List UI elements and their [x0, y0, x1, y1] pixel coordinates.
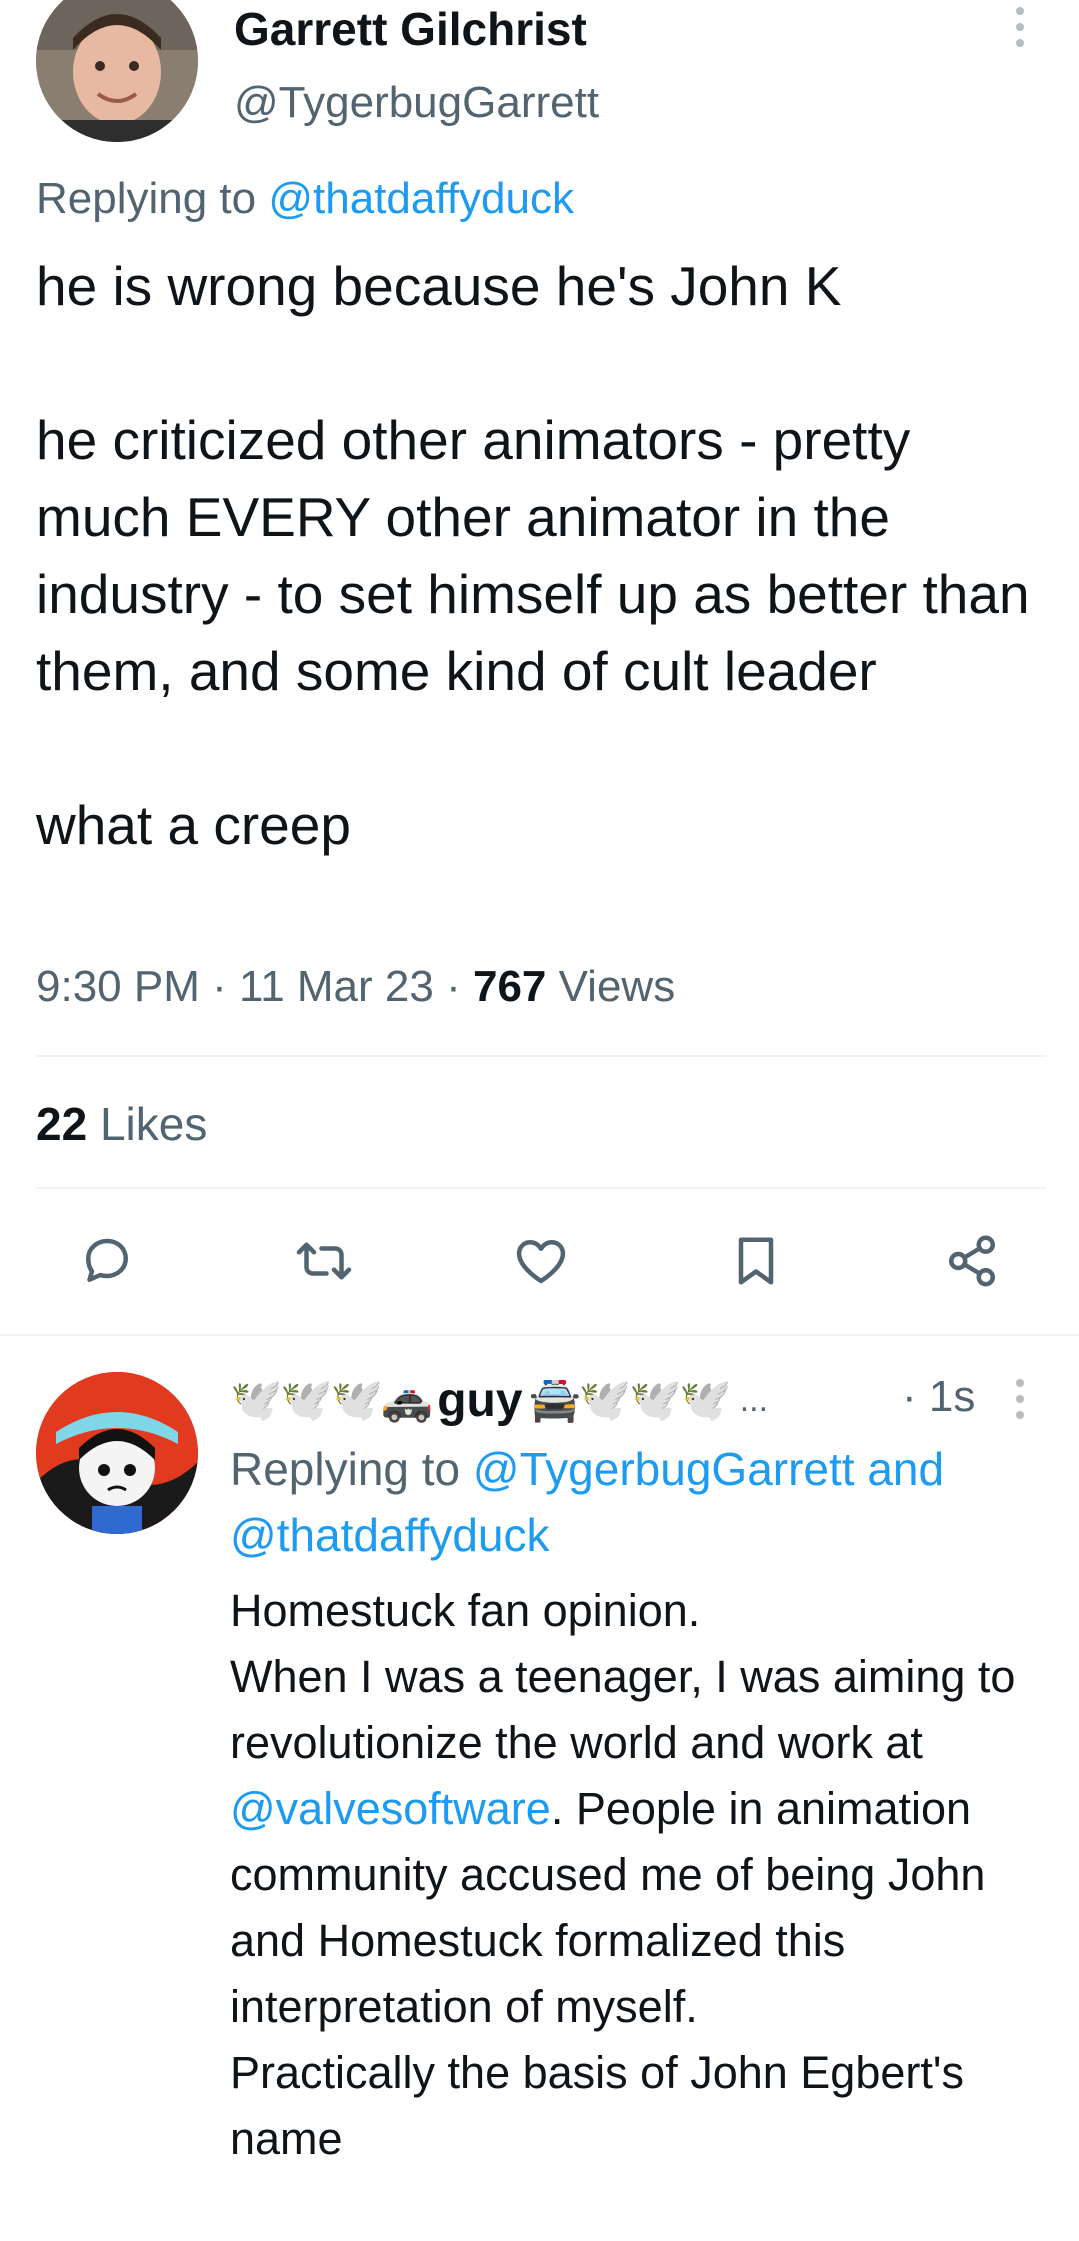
share-icon: [949, 1235, 995, 1287]
reply-line: Homestuck fan opinion.: [230, 1585, 701, 1636]
replying-to-mention[interactable]: @thatdaffyduck: [230, 1509, 549, 1561]
retweet-icon: [296, 1242, 352, 1280]
tweet-text: he is wrong because he's John K he criti…: [36, 248, 1046, 864]
replying-to-line: Replying to @thatdaffyduck: [36, 174, 574, 224]
reply-timestamp[interactable]: · 1s: [902, 1372, 975, 1422]
meta-separator: ·: [212, 962, 227, 1011]
reply-line: Practically the basis of John Egbert's n…: [230, 2047, 964, 2164]
reply-author-avatar[interactable]: [36, 1372, 198, 1534]
mention-link[interactable]: @valvesoftware: [230, 1783, 551, 1834]
reply-text: Homestuck fan opinion. When I was a teen…: [230, 1578, 1060, 2172]
likes-count: 22: [36, 1098, 88, 1150]
section-divider: [0, 1334, 1079, 1336]
author-avatar[interactable]: [36, 0, 198, 142]
replying-to-mention[interactable]: @thatdaffyduck: [268, 174, 574, 223]
reply-line: When I was a teenager, I was aiming to r…: [230, 1644, 1060, 2040]
share-button[interactable]: [937, 1226, 1007, 1296]
author-handle[interactable]: @TygerbugGarrett: [234, 78, 599, 128]
likes-stat[interactable]: 22 Likes: [36, 1097, 207, 1151]
tweet-time[interactable]: 9:30 PM: [36, 962, 200, 1011]
more-options-icon[interactable]: [1004, 1376, 1036, 1422]
tweet-paragraph: he criticized other animators - pretty m…: [36, 409, 1030, 702]
tweet-meta: 9:30 PM · 11 Mar 23 · 767 Views: [36, 962, 675, 1012]
emoji-decoration: 🕊️🕊️🕊️🚓: [230, 1375, 433, 1423]
replying-prefix: Replying to: [230, 1443, 461, 1495]
tweet-date[interactable]: 11 Mar 23: [239, 962, 434, 1011]
views-label: Views: [558, 962, 676, 1011]
views-count: 767: [472, 962, 547, 1011]
divider: [36, 1187, 1046, 1189]
retweet-button[interactable]: [289, 1226, 359, 1296]
replying-prefix: Replying to: [36, 174, 257, 223]
more-options-icon[interactable]: [1004, 4, 1036, 50]
like-button[interactable]: [506, 1226, 576, 1296]
tweet-paragraph: he is wrong because he's John K: [36, 255, 842, 317]
reply-text-segment: When I was a teenager, I was aiming to r…: [230, 1651, 1016, 1768]
like-icon: [516, 1240, 566, 1284]
reply-icon: [86, 1238, 128, 1282]
reply-author-name[interactable]: guy: [437, 1373, 522, 1428]
reply-button[interactable]: [72, 1226, 142, 1296]
reply-replying-to: Replying to @TygerbugGarrett and @thatda…: [230, 1436, 1050, 1568]
meta-separator: ·: [446, 962, 461, 1011]
bookmark-button[interactable]: [721, 1226, 791, 1296]
likes-label: Likes: [99, 1098, 208, 1150]
replying-to-mention[interactable]: @TygerbugGarrett: [473, 1443, 855, 1495]
divider: [36, 1055, 1046, 1057]
author-display-name[interactable]: Garrett Gilchrist: [234, 2, 587, 56]
bookmark-icon: [738, 1237, 774, 1285]
emoji-decoration: 🚔🕊️🕊️🕊️: [528, 1375, 732, 1423]
reply-header: 🕊️🕊️🕊️🚓 guy 🚔🕊️🕊️🕊️ ...: [230, 1368, 768, 1432]
tweet-paragraph: what a creep: [36, 794, 351, 856]
replying-and[interactable]: and: [867, 1443, 944, 1495]
name-truncation: ...: [739, 1380, 769, 1419]
